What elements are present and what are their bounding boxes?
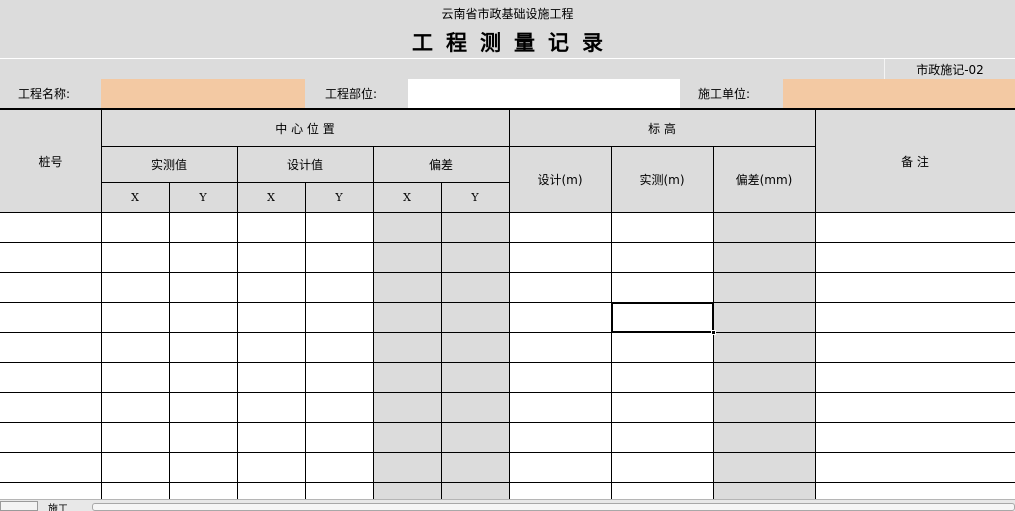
- selected-cell[interactable]: [611, 302, 714, 333]
- col-remarks: 备 注: [901, 154, 929, 169]
- elev-design: 设计(m): [537, 172, 583, 187]
- design-x: X: [267, 190, 275, 204]
- col-elevation: 标 高: [648, 121, 676, 136]
- elev-measured: 实测(m): [639, 172, 685, 187]
- fill-handle[interactable]: [711, 330, 716, 335]
- elev-deviation: 偏差(mm): [735, 172, 793, 187]
- sheet-tab[interactable]: 施工: [48, 500, 88, 511]
- sub-deviation: 偏差: [428, 157, 453, 172]
- deviation-x: X: [403, 190, 411, 204]
- sub-measured: 实测值: [150, 157, 187, 172]
- col-center-position: 中 心 位 置: [275, 121, 335, 136]
- elev-deviation-shaded: [713, 212, 815, 511]
- design-y: Y: [335, 190, 343, 204]
- sub-design: 设计值: [286, 157, 323, 172]
- table-grid: [0, 110, 1015, 511]
- horizontal-scrollbar[interactable]: [92, 503, 1015, 511]
- measured-y: Y: [199, 190, 207, 204]
- tab-scroll-buttons[interactable]: [0, 501, 38, 511]
- measured-x: X: [131, 190, 139, 204]
- deviation-y: Y: [471, 190, 479, 204]
- col-pile-number: 桩号: [38, 154, 63, 169]
